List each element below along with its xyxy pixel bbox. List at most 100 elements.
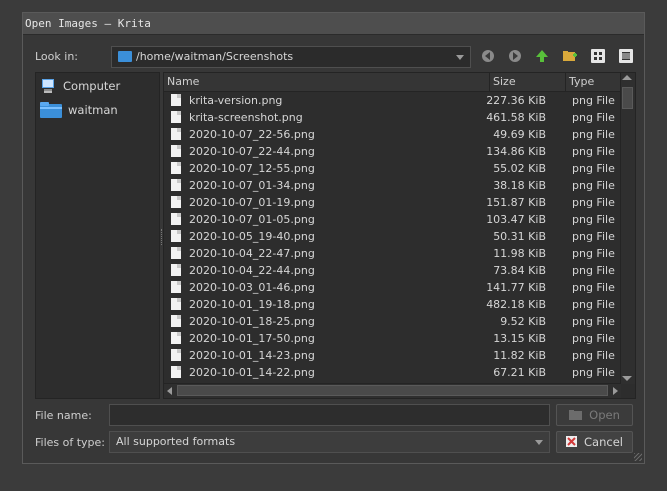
file-size: 13.15 KiB bbox=[493, 332, 546, 345]
file-name-input[interactable] bbox=[109, 404, 550, 426]
file-name: 2020-10-05_19-40.png bbox=[189, 230, 315, 243]
file-row[interactable]: 2020-10-01_14-22.png 67.21 KiB png File bbox=[164, 364, 621, 381]
cancel-button[interactable]: Cancel bbox=[556, 431, 633, 453]
file-row[interactable]: 2020-10-04_22-47.png 11.98 KiB png File bbox=[164, 245, 621, 262]
file-type: png File bbox=[572, 128, 615, 141]
file-type: png File bbox=[572, 230, 615, 243]
scroll-up-icon[interactable] bbox=[622, 75, 632, 80]
file-row[interactable]: 2020-10-01_18-25.png 9.52 KiB png File bbox=[164, 313, 621, 330]
png-file-icon bbox=[171, 196, 181, 208]
horizontal-scrollbar[interactable] bbox=[164, 383, 621, 398]
file-row[interactable]: 2020-10-04_22-44.png 73.84 KiB png File bbox=[164, 262, 621, 279]
file-name: 2020-10-07_22-44.png bbox=[189, 145, 315, 158]
file-size: 67.21 KiB bbox=[493, 366, 546, 379]
file-size: 9.52 KiB bbox=[500, 315, 546, 328]
file-row[interactable]: 2020-10-05_19-40.png 50.31 KiB png File bbox=[164, 228, 621, 245]
png-file-icon bbox=[171, 162, 181, 174]
file-type: png File bbox=[572, 179, 615, 192]
column-header-name[interactable]: Name bbox=[164, 73, 490, 91]
new-folder-button[interactable] bbox=[561, 46, 579, 66]
file-name: 2020-10-01_14-22.png bbox=[189, 366, 315, 379]
up-arrow-icon bbox=[536, 50, 548, 62]
window-title: Open Images — Krita bbox=[23, 13, 644, 35]
look-in-path: /home/waitman/Screenshots bbox=[136, 50, 294, 63]
file-row[interactable]: 2020-10-07_12-55.png 55.02 KiB png File bbox=[164, 160, 621, 177]
file-size: 461.58 KiB bbox=[486, 111, 546, 124]
scrollbar-thumb[interactable] bbox=[622, 87, 633, 109]
file-type: png File bbox=[572, 349, 615, 362]
file-row[interactable]: krita-screenshot.png 461.58 KiB png File bbox=[164, 109, 621, 126]
sidebar-item-waitman[interactable]: waitman bbox=[40, 99, 118, 121]
file-row[interactable]: 2020-10-07_22-44.png 134.86 KiB png File bbox=[164, 143, 621, 160]
file-name: 2020-10-01_17-50.png bbox=[189, 332, 315, 345]
file-size: 103.47 KiB bbox=[486, 213, 546, 226]
hscrollbar-thumb[interactable] bbox=[177, 385, 608, 396]
png-file-icon bbox=[171, 349, 181, 361]
file-row[interactable]: 2020-10-07_01-19.png 151.87 KiB png File bbox=[164, 194, 621, 211]
open-folder-icon bbox=[569, 410, 583, 420]
look-in-combo[interactable]: /home/waitman/Screenshots bbox=[111, 46, 471, 68]
file-name: 2020-10-07_01-19.png bbox=[189, 196, 315, 209]
file-size: 227.36 KiB bbox=[486, 94, 546, 107]
png-file-icon bbox=[171, 366, 181, 378]
file-size: 38.18 KiB bbox=[493, 179, 546, 192]
file-type: png File bbox=[572, 264, 615, 277]
back-arrow-icon bbox=[482, 50, 494, 62]
png-file-icon bbox=[171, 298, 181, 310]
scroll-right-icon[interactable] bbox=[613, 387, 618, 395]
open-button-label: Open bbox=[589, 408, 620, 422]
file-row[interactable]: 2020-10-01_19-18.png 482.18 KiB png File bbox=[164, 296, 621, 313]
file-row[interactable]: 2020-10-01_17-50.png 13.15 KiB png File bbox=[164, 330, 621, 347]
file-name: 2020-10-07_01-34.png bbox=[189, 179, 315, 192]
column-header-type[interactable]: Type bbox=[566, 73, 623, 91]
file-type: png File bbox=[572, 298, 615, 311]
resize-grip[interactable] bbox=[634, 453, 642, 461]
file-row[interactable]: 2020-10-07_22-56.png 49.69 KiB png File bbox=[164, 126, 621, 143]
places-sidebar: Computer waitman bbox=[35, 72, 160, 399]
file-list[interactable]: Name Size Type krita-version.png 227.36 K… bbox=[163, 72, 636, 399]
file-type: png File bbox=[572, 162, 615, 175]
forward-arrow-icon bbox=[509, 50, 521, 62]
chevron-down-icon bbox=[535, 440, 543, 445]
forward-button[interactable] bbox=[506, 46, 524, 66]
column-header-size[interactable]: Size bbox=[490, 73, 566, 91]
file-size: 151.87 KiB bbox=[486, 196, 546, 209]
file-type: png File bbox=[572, 366, 615, 379]
list-view-button[interactable] bbox=[589, 46, 607, 66]
png-file-icon bbox=[171, 213, 181, 225]
png-file-icon bbox=[171, 315, 181, 327]
vertical-scrollbar[interactable] bbox=[620, 73, 635, 384]
folder-icon bbox=[40, 102, 62, 118]
sidebar-item-label: waitman bbox=[68, 103, 118, 117]
file-type-combo[interactable]: All supported formats bbox=[109, 431, 550, 453]
scroll-down-icon[interactable] bbox=[622, 376, 632, 381]
back-button[interactable] bbox=[479, 46, 497, 66]
computer-icon bbox=[42, 79, 54, 93]
file-row[interactable]: 2020-10-07_01-05.png 103.47 KiB png File bbox=[164, 211, 621, 228]
file-row[interactable]: 2020-10-03_01-46.png 141.77 KiB png File bbox=[164, 279, 621, 296]
file-row[interactable]: 2020-10-07_01-34.png 38.18 KiB png File bbox=[164, 177, 621, 194]
file-name: 2020-10-03_01-46.png bbox=[189, 281, 315, 294]
file-type: png File bbox=[572, 196, 615, 209]
png-file-icon bbox=[171, 111, 181, 123]
file-size: 141.77 KiB bbox=[486, 281, 546, 294]
sidebar-item-label: Computer bbox=[63, 79, 121, 93]
file-size: 49.69 KiB bbox=[493, 128, 546, 141]
file-size: 134.86 KiB bbox=[486, 145, 546, 158]
file-name: krita-version.png bbox=[189, 94, 283, 107]
detail-view-button[interactable] bbox=[617, 46, 635, 66]
detail-view-icon bbox=[619, 49, 633, 63]
open-button[interactable]: Open bbox=[556, 404, 633, 426]
parent-directory-button[interactable] bbox=[533, 46, 551, 66]
sidebar-item-computer[interactable]: Computer bbox=[40, 75, 120, 97]
folder-icon bbox=[118, 51, 132, 62]
file-row[interactable]: 2020-10-01_14-23.png 11.82 KiB png File bbox=[164, 347, 621, 364]
scroll-left-icon[interactable] bbox=[167, 387, 172, 395]
file-type: png File bbox=[572, 213, 615, 226]
file-row[interactable]: krita-version.png 227.36 KiB png File bbox=[164, 92, 621, 109]
file-size: 73.84 KiB bbox=[493, 264, 546, 277]
open-images-dialog: Open Images — Krita Look in: /home/waitm… bbox=[22, 12, 645, 464]
file-type: png File bbox=[572, 281, 615, 294]
file-name-label: File name: bbox=[35, 409, 92, 422]
png-file-icon bbox=[171, 247, 181, 259]
